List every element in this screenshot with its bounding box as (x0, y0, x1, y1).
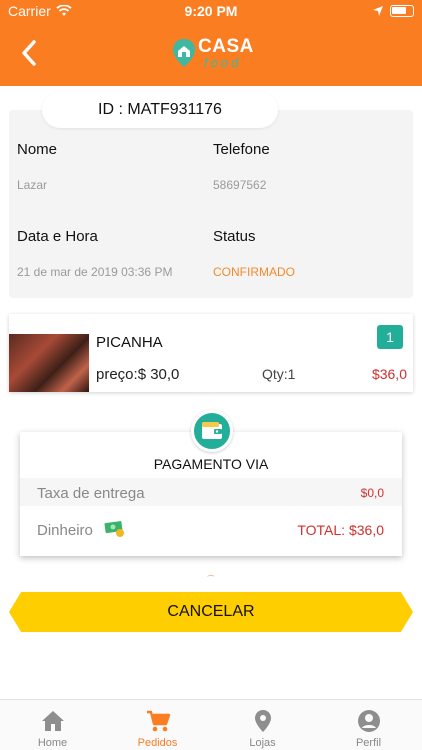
date-value: 21 de mar de 2019 03:36 PM (17, 265, 173, 279)
tab-perfil-label: Perfil (355, 737, 382, 749)
payment-title: PAGAMENTO VIA (153, 456, 269, 472)
tab-pedidos[interactable]: Pedidos (105, 700, 210, 750)
back-button[interactable] (16, 38, 46, 68)
app-logo: CASA food (172, 36, 253, 72)
status-bar: Carrier 9:20 PM (0, 0, 422, 22)
chevron-left-icon (22, 40, 36, 66)
app-header: Carrier 9:20 PM CASA food (0, 0, 422, 86)
battery-icon (390, 5, 414, 17)
cancel-order-button[interactable]: CANCELAR (9, 592, 413, 632)
tab-perfil[interactable]: Perfil (316, 700, 421, 750)
quantity-badge: 1 (377, 325, 403, 349)
clock: 9:20 PM (184, 3, 238, 19)
delivery-fee-row: Taxa de entrega $0,0 (20, 478, 402, 506)
cart-icon (147, 710, 171, 732)
pull-indicator (207, 575, 215, 579)
delivery-fee-value: $0,0 (360, 486, 384, 500)
order-id-pill: ID : MATF931176 (42, 92, 278, 128)
name-value: Lazar (17, 178, 48, 192)
phone-label: Telefone (213, 141, 270, 158)
payment-method-label: Dinheiro (37, 522, 93, 539)
product-image (9, 334, 89, 392)
tab-home-label: Home (37, 737, 68, 749)
phone-value: 58697562 (213, 178, 267, 192)
home-icon (42, 711, 64, 731)
product-total: $36,0 (371, 366, 407, 382)
name-label: Nome (17, 141, 58, 158)
bottom-tab-bar: Home Pedidos Lojas Perfil (0, 699, 422, 750)
user-icon (358, 710, 380, 732)
location-pin-icon (255, 710, 271, 732)
status-label: Status (213, 228, 256, 245)
tab-lojas-label: Lojas (249, 737, 276, 749)
cash-icon (104, 520, 126, 538)
tab-lojas[interactable]: Lojas (210, 700, 315, 750)
product-item[interactable]: PICANHA preço:$ 30,0 Qty:1 $36,0 1 (9, 314, 413, 392)
payment-total: TOTAL: $36,0 (297, 522, 384, 538)
product-quantity: Qty:1 (262, 366, 296, 382)
tab-pedidos-label: Pedidos (137, 737, 178, 749)
payment-method-row: Dinheiro TOTAL: $36,0 (20, 508, 402, 552)
date-label: Data e Hora (17, 228, 98, 245)
wallet-icon (202, 422, 222, 439)
status-value: CONFIRMADO (213, 265, 295, 279)
location-arrow-icon (372, 4, 384, 20)
product-name: PICANHA (96, 334, 163, 351)
delivery-fee-label: Taxa de entrega (37, 485, 145, 502)
product-price: preço:$ 30,0 (96, 366, 180, 383)
house-pin-icon (173, 39, 195, 67)
payment-badge (191, 410, 233, 452)
logo-subtitle: food (204, 55, 242, 70)
order-details-card: Nome Lazar Telefone 58697562 Data e Hora… (9, 110, 413, 298)
tab-home[interactable]: Home (0, 700, 105, 750)
